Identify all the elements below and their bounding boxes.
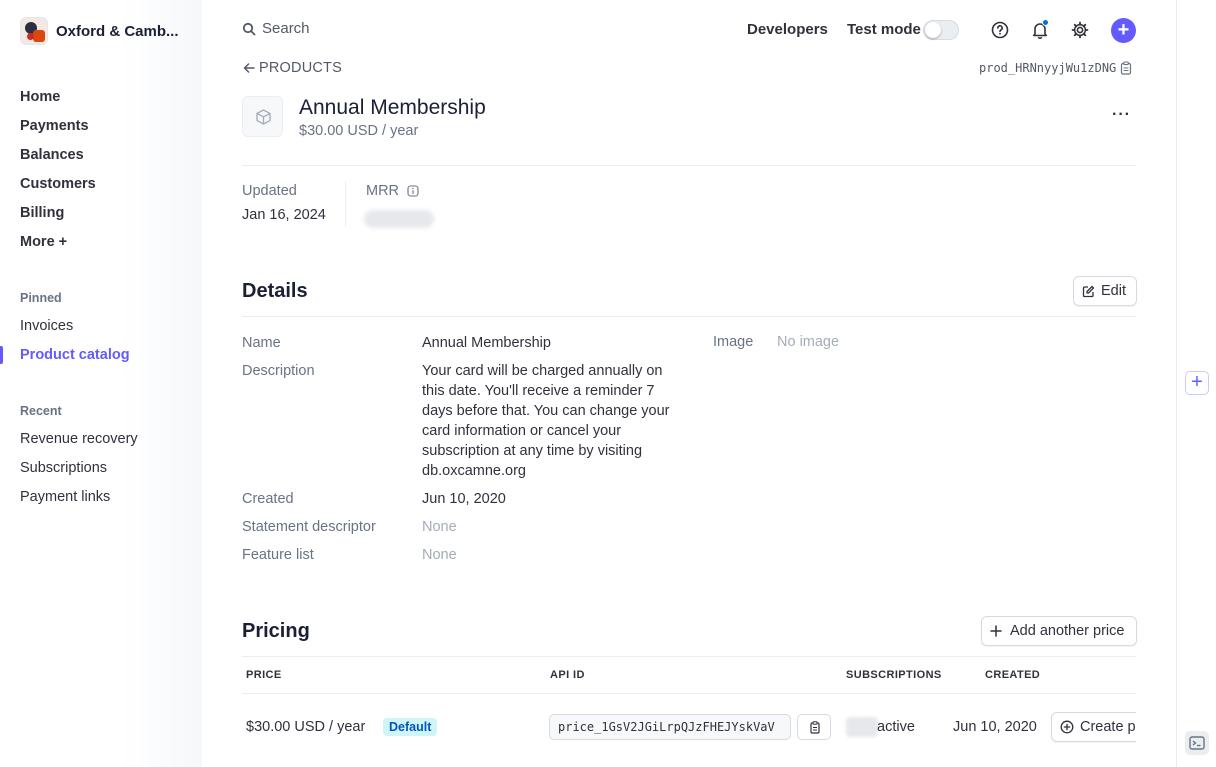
feature-list-label: Feature list (242, 547, 314, 563)
copy-api-id-button[interactable] (797, 714, 831, 740)
table-overflow-mask (1136, 700, 1176, 760)
arrow-left-icon (243, 63, 255, 73)
name-label: Name (242, 335, 281, 351)
info-icon[interactable] (407, 185, 419, 197)
account-name: Oxford & Camb... (56, 22, 179, 40)
mrr-value-redacted (364, 210, 434, 228)
details-divider (242, 316, 1136, 317)
main-nav: Home Payments Balances Customers Billing… (20, 86, 96, 260)
image-value: No image (777, 334, 840, 350)
test-mode-toggle[interactable] (923, 20, 959, 40)
nav-item-payments[interactable]: Payments (20, 115, 96, 144)
account-logo (20, 17, 48, 45)
edit-button[interactable]: Edit (1073, 276, 1137, 306)
sidebar: Oxford & Camb... Home Payments Balances … (0, 0, 202, 767)
image-label: Image (713, 334, 754, 350)
column-header-subscriptions: SUBSCRIPTIONS (846, 669, 942, 681)
product-id-text: prod_HRNnyyjWu1zDNG (979, 61, 1117, 75)
updated-label: Updated (242, 183, 297, 199)
column-header-created: CREATED (985, 669, 1041, 681)
statement-descriptor-label: Statement descriptor (242, 519, 376, 535)
header-divider (242, 165, 1136, 166)
product-image-placeholder (242, 96, 283, 137)
statement-descriptor-value: None (422, 519, 457, 535)
nav-item-more-label: More (20, 234, 55, 250)
nav-item-payment-links[interactable]: Payment links (20, 489, 110, 505)
created-cell: Jun 10, 2020 (953, 719, 1037, 735)
breadcrumb[interactable]: PRODUCTS (242, 60, 342, 76)
subscriptions-count-redacted (846, 717, 878, 737)
notification-dot (1042, 19, 1049, 26)
help-icon[interactable] (990, 20, 1010, 40)
nav-item-customers[interactable]: Customers (20, 173, 96, 202)
description-label: Description (242, 363, 315, 379)
search-input[interactable]: Search (242, 20, 310, 37)
subscriptions-cell: active (877, 719, 915, 735)
plus-icon (990, 625, 1002, 637)
nav-item-billing[interactable]: Billing (20, 202, 96, 231)
updated-value: Jan 16, 2024 (242, 207, 326, 223)
developers-link[interactable]: Developers (747, 21, 828, 38)
edit-icon (1082, 285, 1095, 297)
product-id[interactable]: prod_HRNnyyjWu1zDNG (979, 61, 1132, 75)
clipboard-icon (810, 721, 820, 734)
nav-item-subscriptions[interactable]: Subscriptions (20, 460, 107, 476)
mrr-label: MRR (366, 183, 400, 199)
more-actions-button[interactable]: ··· (1112, 106, 1131, 124)
recent-heading: Recent (20, 404, 62, 418)
search-placeholder: Search (262, 20, 310, 37)
api-id-field[interactable]: price_1GsV2JGiLrpQJzFHEJYskVaV (549, 714, 791, 740)
column-header-price: PRICE (246, 669, 282, 681)
active-indicator (0, 346, 3, 364)
right-rail: + (1176, 0, 1216, 767)
create-payment-link-label: Create p (1080, 719, 1136, 735)
feature-list-value: None (422, 547, 457, 563)
table-header-divider (242, 693, 1136, 694)
nav-item-home[interactable]: Home (20, 86, 96, 115)
nav-item-more[interactable]: More + (20, 231, 96, 260)
test-mode-label: Test mode (847, 21, 921, 38)
plus-circle-icon (1060, 720, 1074, 734)
product-title: Annual Membership (299, 96, 486, 119)
description-value: Your card will be charged annually on th… (422, 363, 670, 479)
plus-icon: + (58, 234, 68, 250)
column-header-api-id: API ID (550, 669, 585, 681)
add-price-label: Add another price (1010, 623, 1125, 639)
gear-icon[interactable] (1070, 20, 1090, 40)
box-icon (256, 109, 271, 125)
breadcrumb-label: PRODUCTS (259, 60, 342, 76)
toggle-knob (925, 22, 941, 38)
create-new-button[interactable]: + (1111, 18, 1136, 43)
pricing-divider (242, 656, 1136, 657)
nav-item-revenue-recovery[interactable]: Revenue recovery (20, 431, 138, 447)
pricing-heading: Pricing (242, 620, 310, 642)
created-value: Jun 10, 2020 (422, 491, 506, 507)
created-label: Created (242, 491, 294, 507)
mrr-heading: MRR (366, 183, 419, 199)
search-icon (242, 22, 256, 35)
meta-divider (345, 181, 346, 227)
details-heading: Details (242, 280, 308, 302)
nav-item-invoices[interactable]: Invoices (20, 318, 73, 334)
name-value: Annual Membership (422, 335, 551, 351)
rail-add-icon[interactable]: + (1185, 371, 1209, 395)
price-cell: $30.00 USD / year (246, 719, 366, 735)
account-switcher[interactable]: Oxford & Camb... (20, 17, 179, 45)
product-price-summary: $30.00 USD / year (299, 123, 419, 139)
add-price-button[interactable]: Add another price (981, 616, 1137, 646)
nav-item-balances[interactable]: Balances (20, 144, 96, 173)
default-badge: Default (383, 718, 438, 736)
nav-item-product-catalog[interactable]: Product catalog (20, 347, 130, 363)
terminal-icon[interactable] (1185, 731, 1209, 755)
clipboard-icon[interactable] (1120, 61, 1132, 75)
pinned-heading: Pinned (20, 291, 62, 305)
edit-label: Edit (1101, 283, 1126, 299)
